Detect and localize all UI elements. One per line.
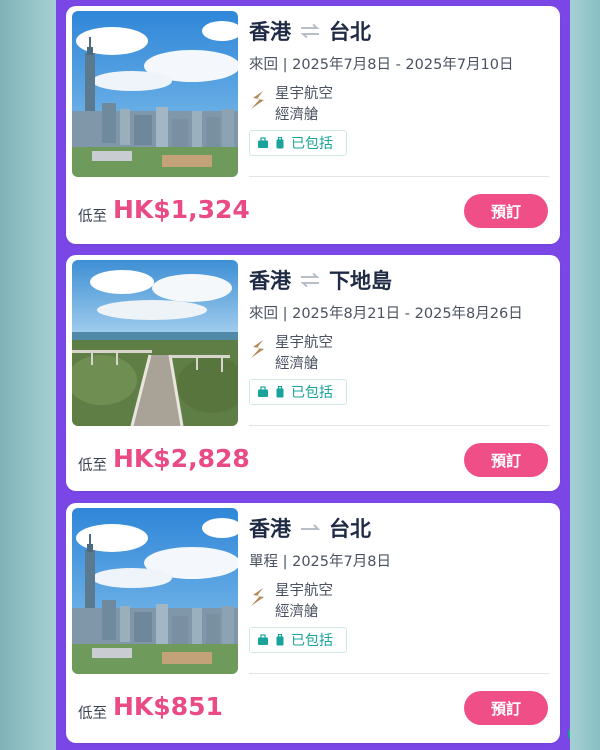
flight-deals-list: 香港 台北 來回 | 2025年7月8日 - 2025年7月10日 星宇航空 經… — [56, 0, 570, 750]
origin-city: 香港 — [249, 517, 291, 541]
book-button[interactable]: 預訂 — [464, 194, 548, 228]
round-trip-arrows-icon — [300, 23, 320, 39]
travel-dates: 來回 | 2025年8月21日 - 2025年8月26日 — [249, 302, 523, 323]
divider — [249, 673, 549, 674]
destination-city: 下地島 — [329, 269, 392, 293]
airline-name: 星宇航空 — [275, 86, 333, 102]
route-title: 香港 台北 — [249, 515, 371, 541]
starlux-logo-icon — [251, 91, 264, 109]
baggage-included-badge: 已包括 — [249, 627, 347, 653]
separator: | — [282, 554, 288, 570]
divider — [249, 425, 549, 426]
airline-info: 星宇航空 經濟艙 — [249, 82, 449, 124]
u-community-logo-icon: U — [568, 725, 570, 743]
trip-type: 單程 — [249, 554, 278, 570]
briefcase-icon — [258, 386, 268, 397]
luggage-icon — [276, 634, 284, 646]
route-title: 香港 台北 — [249, 18, 371, 44]
one-way-arrow-icon — [301, 524, 321, 530]
taipei-skyline-image — [72, 11, 238, 177]
cabin-class: 經濟艙 — [275, 604, 319, 620]
flight-card[interactable]: 香港 台北 來回 | 2025年7月8日 - 2025年7月10日 星宇航空 經… — [66, 6, 560, 244]
date-range: 2025年7月8日 - 2025年7月10日 — [292, 57, 514, 73]
taipei-skyline-image — [72, 508, 238, 674]
date-range: 2025年8月21日 - 2025年8月26日 — [292, 306, 523, 322]
blurred-background-left — [0, 0, 56, 750]
airline-info: 星宇航空 經濟艙 — [249, 331, 449, 373]
luggage-icon — [276, 137, 284, 149]
origin-city: 香港 — [249, 269, 291, 293]
airline-info: 星宇航空 經濟艙 — [249, 579, 449, 621]
origin-city: 香港 — [249, 20, 291, 44]
date-range: 2025年7月8日 — [292, 554, 391, 570]
cabin-class: 經濟艙 — [275, 356, 319, 372]
watermark: U mmunity — [568, 724, 570, 744]
book-button[interactable]: 預訂 — [464, 443, 548, 477]
briefcase-icon — [258, 634, 268, 645]
airline-name: 星宇航空 — [275, 583, 333, 599]
starlux-logo-icon — [251, 340, 264, 358]
travel-dates: 來回 | 2025年7月8日 - 2025年7月10日 — [249, 53, 514, 74]
flight-card[interactable]: 香港 台北 單程 | 2025年7月8日 星宇航空 經濟艙 已包括 低至 HK$… — [66, 503, 560, 743]
flight-card[interactable]: 香港 下地島 來回 | 2025年8月21日 - 2025年8月26日 星宇航空… — [66, 255, 560, 491]
baggage-label: 已包括 — [291, 633, 333, 649]
travel-dates: 單程 | 2025年7月8日 — [249, 550, 391, 571]
baggage-included-badge: 已包括 — [249, 379, 347, 405]
book-button[interactable]: 預訂 — [464, 691, 548, 725]
baggage-label: 已包括 — [291, 385, 333, 401]
price: HK$851 — [113, 692, 223, 721]
route-title: 香港 下地島 — [249, 267, 392, 293]
luggage-icon — [276, 386, 284, 398]
boardwalk-image — [72, 260, 238, 426]
round-trip-arrows-icon — [300, 272, 320, 288]
destination-city: 台北 — [329, 20, 371, 44]
separator: | — [282, 57, 288, 73]
divider — [249, 176, 549, 177]
destination-city: 台北 — [329, 517, 371, 541]
airline-name: 星宇航空 — [275, 335, 333, 351]
cabin-class: 經濟艙 — [275, 107, 319, 123]
trip-type: 來回 — [249, 57, 278, 73]
price-prefix: 低至 — [78, 458, 107, 474]
starlux-logo-icon — [251, 588, 264, 606]
baggage-label: 已包括 — [291, 136, 333, 152]
separator: | — [282, 306, 288, 322]
trip-type: 來回 — [249, 306, 278, 322]
baggage-included-badge: 已包括 — [249, 130, 347, 156]
briefcase-icon — [258, 137, 268, 148]
price-prefix: 低至 — [78, 706, 107, 722]
price: HK$1,324 — [113, 195, 250, 224]
price: HK$2,828 — [113, 444, 250, 473]
blurred-background-right — [570, 0, 600, 750]
price-prefix: 低至 — [78, 209, 107, 225]
